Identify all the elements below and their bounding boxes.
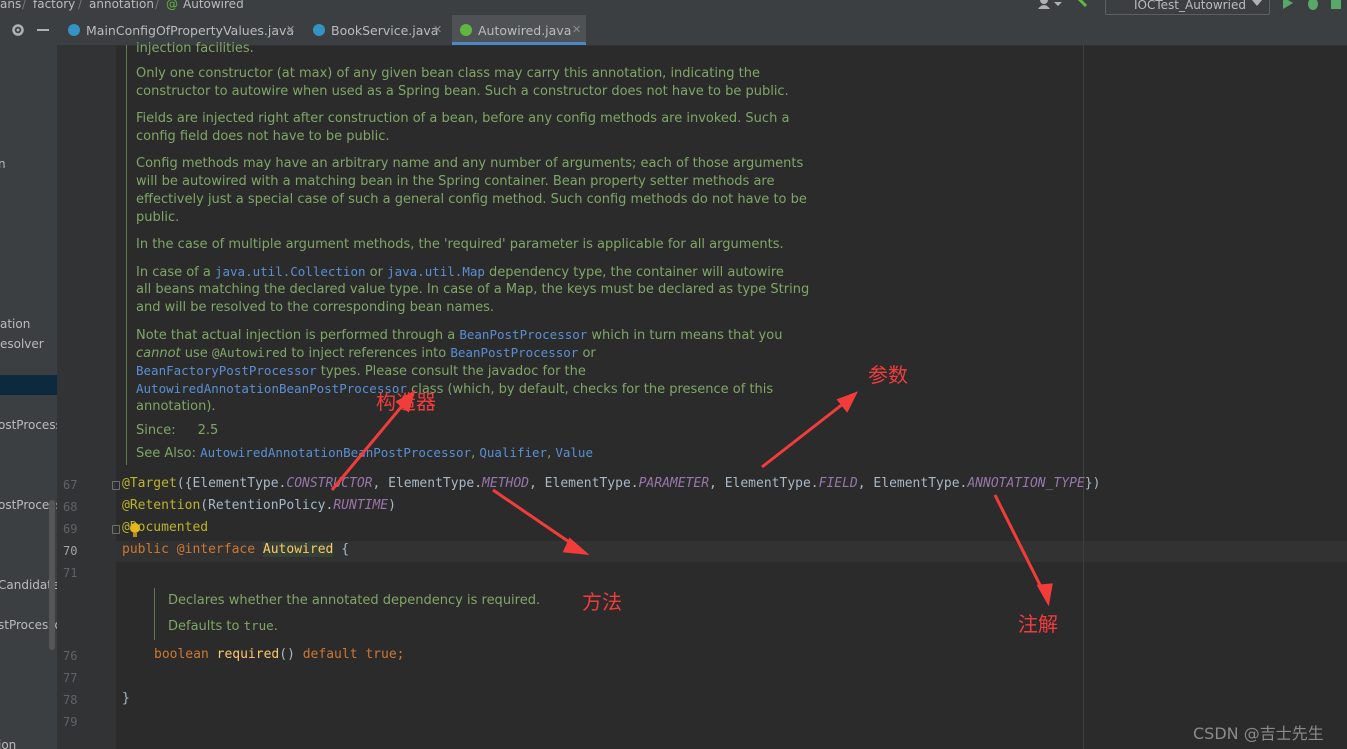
annotation-arrows [330, 389, 1053, 607]
arrow-parameter-head [836, 391, 859, 413]
annotation-label-annotation: 注解 [1018, 612, 1058, 636]
watermark: CSDN @吉士先生 [1193, 724, 1324, 743]
arrow-annotation-head [1036, 583, 1053, 607]
annotation-label-constructor: 构造器 [376, 390, 436, 414]
arrow-method-head [562, 537, 590, 555]
arrow-annotation-line [993, 494, 1047, 596]
annotation-label-parameter: 参数 [868, 363, 908, 387]
arrow-method-line [492, 488, 579, 550]
arrow-parameter-line [761, 398, 849, 469]
annotation-label-method: 方法 [582, 590, 622, 614]
